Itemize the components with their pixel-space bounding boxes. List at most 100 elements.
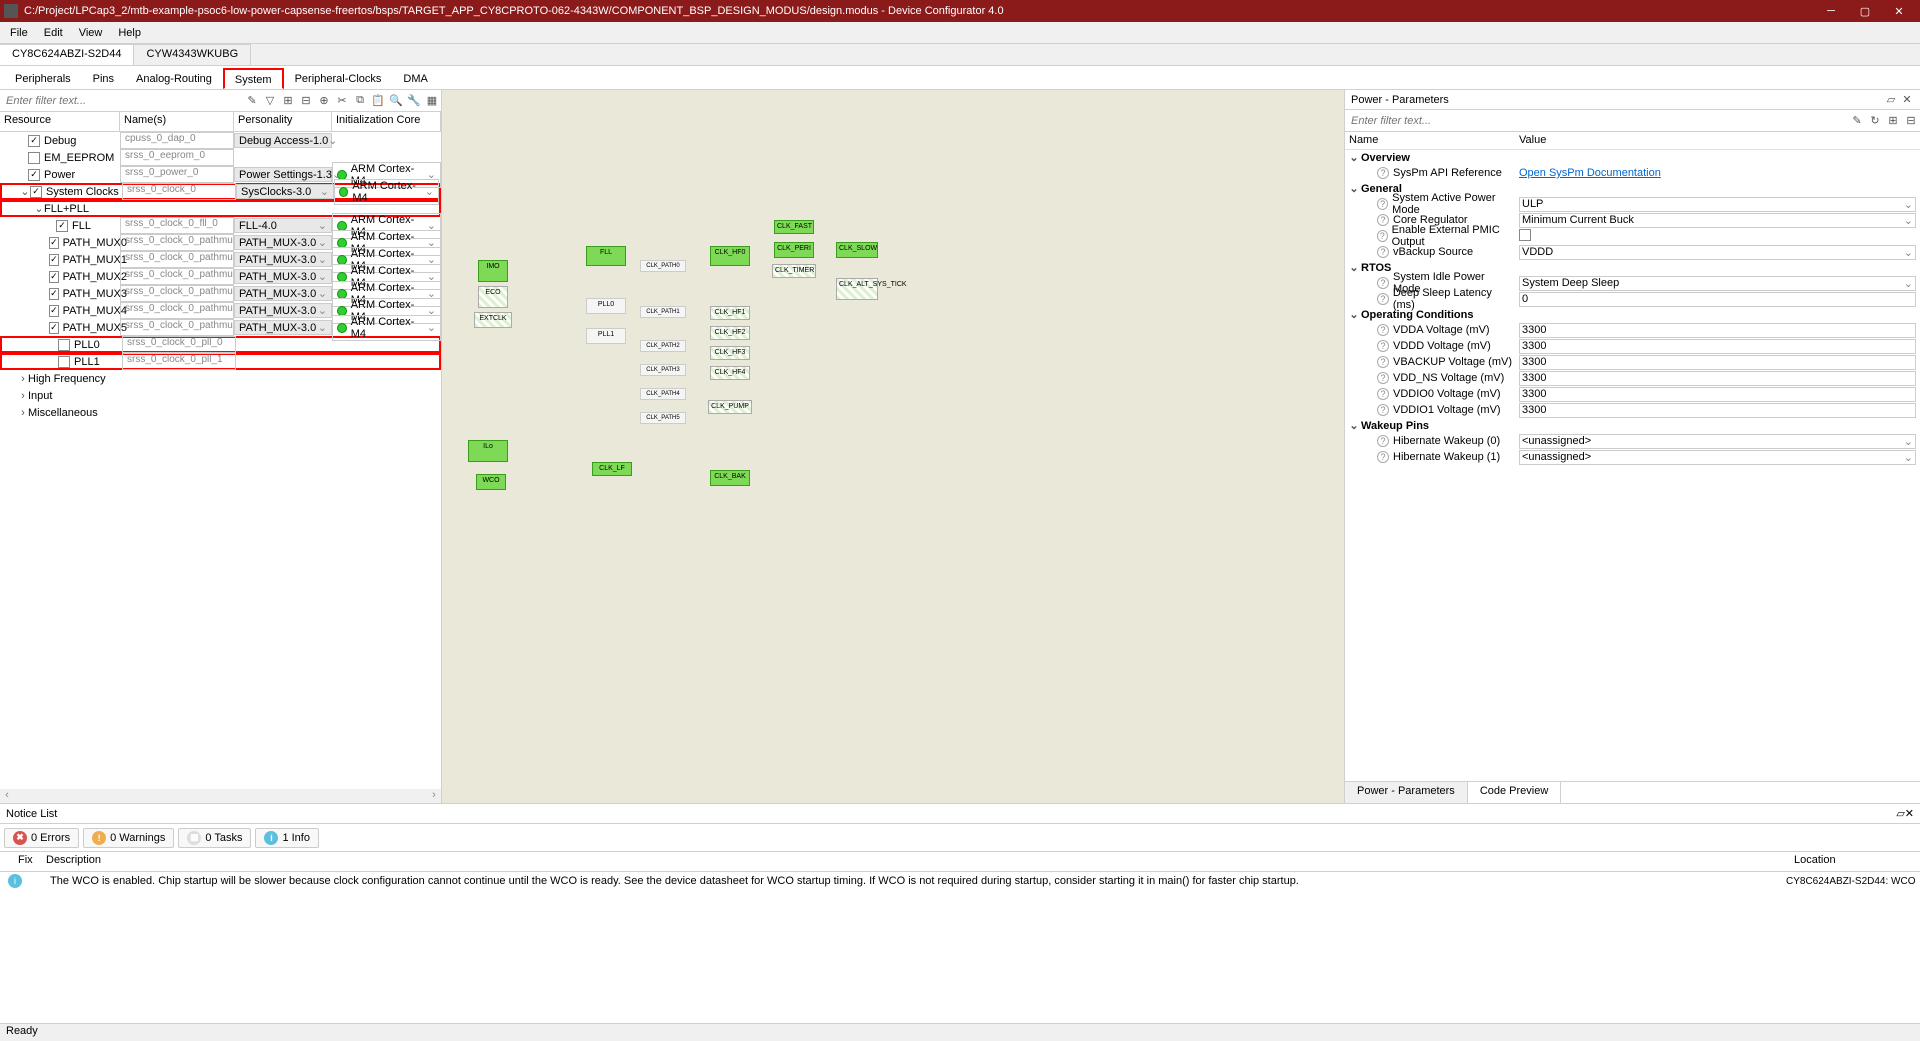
menu-view[interactable]: View <box>71 25 111 41</box>
blk-eco[interactable]: ECO <box>478 286 508 308</box>
chevron-down-icon[interactable]: ⌄ <box>427 321 436 334</box>
param-refresh-icon[interactable]: ↻ <box>1866 112 1884 130</box>
blk-clk-peri[interactable]: CLK_PERI <box>774 242 814 258</box>
expand-icon[interactable]: ⌄ <box>20 185 30 198</box>
blk-pll1[interactable]: PLL1 <box>586 328 626 344</box>
personality-cell[interactable]: Power Settings-1.3⌄ <box>234 167 332 182</box>
init-cell[interactable]: ARM Cortex-M4⌄ <box>334 179 439 205</box>
name-cell[interactable]: srss_0_power_0 <box>120 166 234 183</box>
maximize-button[interactable]: ▢ <box>1848 0 1882 22</box>
personality-cell[interactable]: PATH_MUX-3.0⌄ <box>234 252 332 267</box>
param-group[interactable]: ⌄Wakeup Pins <box>1345 418 1920 433</box>
personality-cell[interactable]: SysClocks-3.0⌄ <box>236 184 334 199</box>
param-collapse-icon[interactable]: ⊟ <box>1902 112 1920 130</box>
expand-icon[interactable]: ⌄ <box>1349 419 1359 432</box>
param-input[interactable] <box>1519 355 1916 370</box>
param-input[interactable] <box>1519 387 1916 402</box>
checkbox[interactable] <box>49 305 59 317</box>
param-input[interactable] <box>1519 339 1916 354</box>
tree-row[interactable]: ⌄System Clockssrss_0_clock_0SysClocks-3.… <box>0 183 441 200</box>
notice-filter-button[interactable]: ✖0 Errors <box>4 828 79 848</box>
checkbox[interactable] <box>49 271 59 283</box>
blk-clk-timer[interactable]: CLK_TIMER <box>772 264 816 278</box>
expand-icon[interactable]: ⌄ <box>1349 151 1359 164</box>
nh-desc[interactable]: Description <box>42 852 1790 871</box>
chevron-down-icon[interactable]: ⌄ <box>318 304 327 317</box>
chevron-down-icon[interactable]: ⌄ <box>318 253 327 266</box>
param-select[interactable]: VDDD⌄ <box>1519 245 1916 260</box>
blk-imo[interactable]: IMO <box>478 260 508 282</box>
param-filter-input[interactable] <box>1345 110 1848 131</box>
bottom-tab-code[interactable]: Code Preview <box>1468 782 1561 803</box>
expand-icon[interactable]: › <box>18 390 28 402</box>
help-icon[interactable]: ? <box>1377 356 1389 368</box>
param-pencil-icon[interactable]: ✎ <box>1848 112 1866 130</box>
name-cell[interactable]: srss_0_clock_0_pathmux_4 <box>120 302 234 319</box>
checkbox[interactable] <box>56 220 68 232</box>
name-cell[interactable]: srss_0_clock_0_pathmux_1 <box>120 251 234 268</box>
tree-hscroll[interactable]: ‹ › <box>0 789 441 803</box>
param-input[interactable] <box>1519 403 1916 418</box>
clock-diagram[interactable]: IMO ECO EXTCLK ILo WCO FLL PLL0 PLL1 CLK… <box>442 90 1345 803</box>
blk-extclk[interactable]: EXTCLK <box>474 312 512 328</box>
chevron-down-icon[interactable]: ⌄ <box>318 270 327 283</box>
minimize-button[interactable]: ─ <box>1814 0 1848 22</box>
nh-loc[interactable]: Location <box>1790 852 1920 871</box>
help-icon[interactable]: ? <box>1377 167 1389 179</box>
help-icon[interactable]: ? <box>1377 404 1389 416</box>
name-cell[interactable]: srss_0_clock_0_pll_1 <box>122 353 236 370</box>
notice-row[interactable]: iThe WCO is enabled. Chip startup will b… <box>0 872 1920 890</box>
bottom-tab-params[interactable]: Power - Parameters <box>1345 782 1468 803</box>
search-icon[interactable]: 🔍 <box>387 92 405 110</box>
personality-cell[interactable]: Debug Access-1.0⌄ <box>234 133 332 148</box>
chevron-down-icon[interactable]: ⌄ <box>318 287 327 300</box>
blk-ilo[interactable]: ILo <box>468 440 508 462</box>
notice-filter-button[interactable]: i1 Info <box>255 828 319 848</box>
add-icon[interactable]: ⊕ <box>315 92 333 110</box>
help-icon[interactable]: ? <box>1377 230 1388 242</box>
checkbox[interactable] <box>28 152 40 164</box>
close-panel-icon[interactable]: ✕ <box>1900 93 1914 107</box>
wrench-icon[interactable]: 🔧 <box>405 92 423 110</box>
expand-icon[interactable]: › <box>18 407 28 419</box>
notice-filter-button[interactable]: ▦0 Tasks <box>178 828 251 848</box>
blk-clk-slow[interactable]: CLK_SLOW <box>836 242 878 258</box>
funnel-icon[interactable]: ▽ <box>261 92 279 110</box>
blk-clk-path0[interactable]: CLK_PATH0 <box>640 260 686 272</box>
blk-clk-bak[interactable]: CLK_BAK <box>710 470 750 486</box>
param-select[interactable]: <unassigned>⌄ <box>1519 450 1916 465</box>
close-button[interactable]: ✕ <box>1882 0 1916 22</box>
checkbox[interactable] <box>30 186 42 198</box>
personality-cell[interactable]: PATH_MUX-3.0⌄ <box>234 269 332 284</box>
checkbox[interactable] <box>49 254 59 266</box>
ph-value[interactable]: Value <box>1515 132 1920 149</box>
blk-clk-path2[interactable]: CLK_PATH2 <box>640 340 686 352</box>
tab-peripherals[interactable]: Peripherals <box>4 68 82 89</box>
checkbox[interactable] <box>49 322 59 334</box>
name-cell[interactable]: srss_0_eeprom_0 <box>120 149 234 166</box>
blk-clk-fast[interactable]: CLK_FAST <box>774 220 814 234</box>
chevron-down-icon[interactable]: ⌄ <box>1904 435 1913 448</box>
chevron-down-icon[interactable]: ⌄ <box>1904 451 1913 464</box>
personality-cell[interactable]: FLL-4.0⌄ <box>234 218 332 233</box>
blk-clk-alt[interactable]: CLK_ALT_SYS_TICK <box>836 278 878 300</box>
blk-clk-path3[interactable]: CLK_PATH3 <box>640 364 686 376</box>
tab-peripheral-clocks[interactable]: Peripheral-Clocks <box>284 68 393 89</box>
help-icon[interactable]: ? <box>1377 372 1389 384</box>
name-cell[interactable]: srss_0_clock_0_pathmux_3 <box>120 285 234 302</box>
param-input[interactable] <box>1519 292 1916 307</box>
tree-row[interactable]: ›Input <box>0 387 441 404</box>
menu-edit[interactable]: Edit <box>36 25 71 41</box>
name-cell[interactable]: srss_0_clock_0_fll_0 <box>120 217 234 234</box>
expand-icon[interactable]: › <box>18 373 28 385</box>
menu-help[interactable]: Help <box>110 25 149 41</box>
th-name[interactable]: Name(s) <box>120 112 234 131</box>
param-group[interactable]: ⌄Overview <box>1345 150 1920 165</box>
help-icon[interactable]: ? <box>1377 435 1389 447</box>
undock-icon[interactable]: ▱ <box>1884 93 1898 107</box>
expand-icon[interactable]: ⌄ <box>1349 308 1359 321</box>
checkbox[interactable] <box>49 288 59 300</box>
chevron-down-icon[interactable]: ⌄ <box>425 185 434 198</box>
notice-close-icon[interactable]: ✕ <box>1905 807 1914 820</box>
param-select[interactable]: <unassigned>⌄ <box>1519 434 1916 449</box>
